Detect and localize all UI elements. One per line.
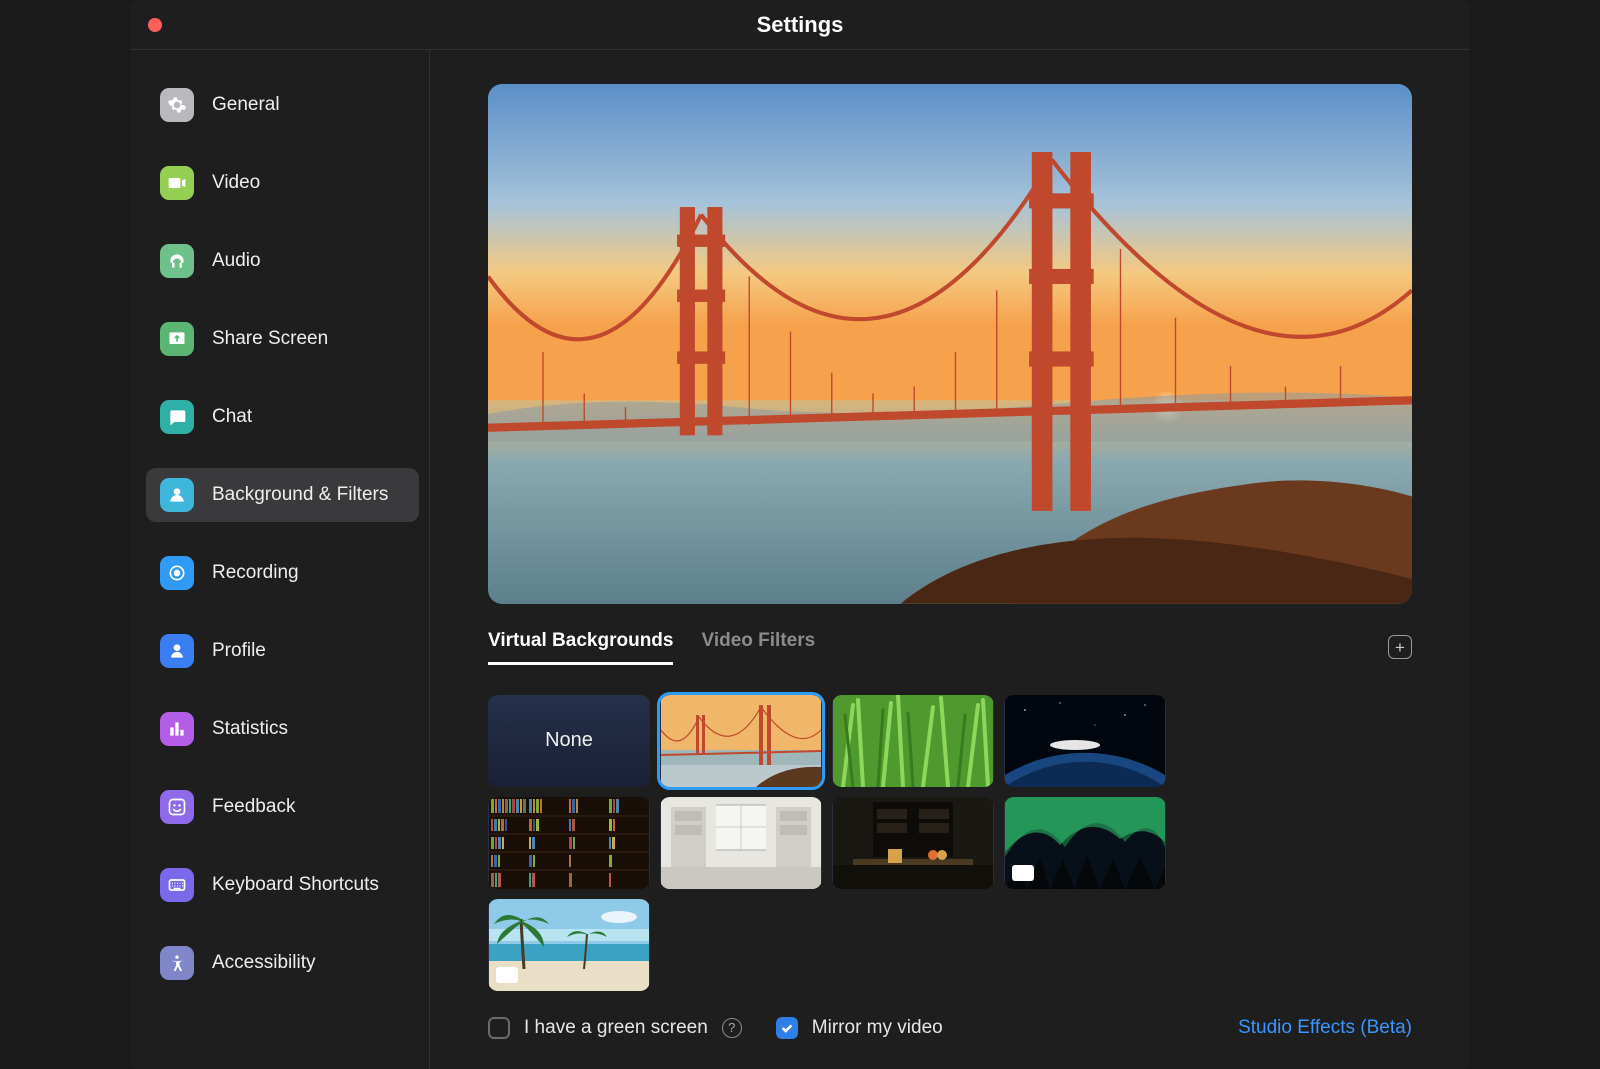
sidebar-item-chat[interactable]: Chat [146, 390, 419, 444]
sidebar-item-label: Statistics [212, 718, 288, 740]
background-thumb-beach[interactable] [488, 899, 650, 991]
person-background-icon [160, 478, 194, 512]
tabs-row: Virtual Backgrounds Video Filters + [488, 630, 1412, 665]
green-screen-label: I have a green screen [524, 1017, 708, 1039]
background-thumb-grass[interactable] [832, 695, 994, 787]
sidebar-item-label: Keyboard Shortcuts [212, 874, 379, 896]
keyboard-icon [160, 868, 194, 902]
sidebar-item-label: Profile [212, 640, 266, 662]
video-preview [488, 84, 1412, 604]
share-screen-icon [160, 322, 194, 356]
background-thumb-room-white[interactable] [660, 797, 822, 889]
sidebar-item-label: Feedback [212, 796, 295, 818]
settings-content: Virtual Backgrounds Video Filters + None [430, 50, 1470, 1069]
mirror-video-checkbox[interactable] [776, 1017, 798, 1039]
sidebar-item-label: General [212, 94, 280, 116]
titlebar: Settings [130, 0, 1470, 50]
background-thumb-library[interactable] [488, 797, 650, 889]
profile-icon [160, 634, 194, 668]
settings-window: Settings General Video Audio [130, 0, 1470, 1069]
background-thumb-bridge[interactable] [660, 695, 822, 787]
background-thumb-room-dark[interactable] [832, 797, 994, 889]
chat-icon [160, 400, 194, 434]
sidebar-item-label: Video [212, 172, 260, 194]
video-icon [160, 166, 194, 200]
sidebar-item-background-filters[interactable]: Background & Filters [146, 468, 419, 522]
background-thumb-aurora[interactable] [1004, 797, 1166, 889]
background-thumb-none[interactable]: None [488, 695, 650, 787]
gear-icon [160, 88, 194, 122]
mirror-video-label: Mirror my video [812, 1017, 943, 1039]
studio-effects-link[interactable]: Studio Effects (Beta) [1238, 1017, 1412, 1039]
sidebar-item-share-screen[interactable]: Share Screen [146, 312, 419, 366]
sidebar-item-keyboard-shortcuts[interactable]: Keyboard Shortcuts [146, 858, 419, 912]
sidebar-item-label: Accessibility [212, 952, 315, 974]
green-screen-help-icon[interactable]: ? [722, 1018, 742, 1038]
background-thumb-earth[interactable] [1004, 695, 1166, 787]
sidebar-item-recording[interactable]: Recording [146, 546, 419, 600]
green-screen-option: I have a green screen ? [488, 1017, 742, 1039]
sidebar-item-accessibility[interactable]: Accessibility [146, 936, 419, 990]
headphones-icon [160, 244, 194, 278]
sidebar-item-label: Chat [212, 406, 252, 428]
sidebar-item-statistics[interactable]: Statistics [146, 702, 419, 756]
settings-sidebar: General Video Audio Share Screen [130, 50, 430, 1069]
sidebar-item-label: Background & Filters [212, 484, 388, 506]
accessibility-icon [160, 946, 194, 980]
sidebar-item-profile[interactable]: Profile [146, 624, 419, 678]
sidebar-item-audio[interactable]: Audio [146, 234, 419, 288]
smiley-icon [160, 790, 194, 824]
record-icon [160, 556, 194, 590]
sidebar-item-label: Share Screen [212, 328, 328, 350]
statistics-icon [160, 712, 194, 746]
green-screen-checkbox[interactable] [488, 1017, 510, 1039]
footer-row: I have a green screen ? Mirror my video … [488, 1017, 1412, 1039]
tab-virtual-backgrounds[interactable]: Virtual Backgrounds [488, 630, 673, 665]
window-title: Settings [130, 12, 1470, 38]
add-background-button[interactable]: + [1388, 635, 1412, 659]
mirror-video-option: Mirror my video [776, 1017, 943, 1039]
video-badge-icon [496, 967, 518, 983]
sidebar-item-general[interactable]: General [146, 78, 419, 132]
close-window-button[interactable] [148, 18, 162, 32]
background-grid: None [488, 695, 1412, 991]
sidebar-item-label: Recording [212, 562, 299, 584]
sidebar-item-feedback[interactable]: Feedback [146, 780, 419, 834]
sidebar-item-label: Audio [212, 250, 261, 272]
tab-video-filters[interactable]: Video Filters [701, 630, 815, 665]
none-label: None [488, 695, 650, 787]
sidebar-item-video[interactable]: Video [146, 156, 419, 210]
video-badge-icon [1012, 865, 1034, 881]
